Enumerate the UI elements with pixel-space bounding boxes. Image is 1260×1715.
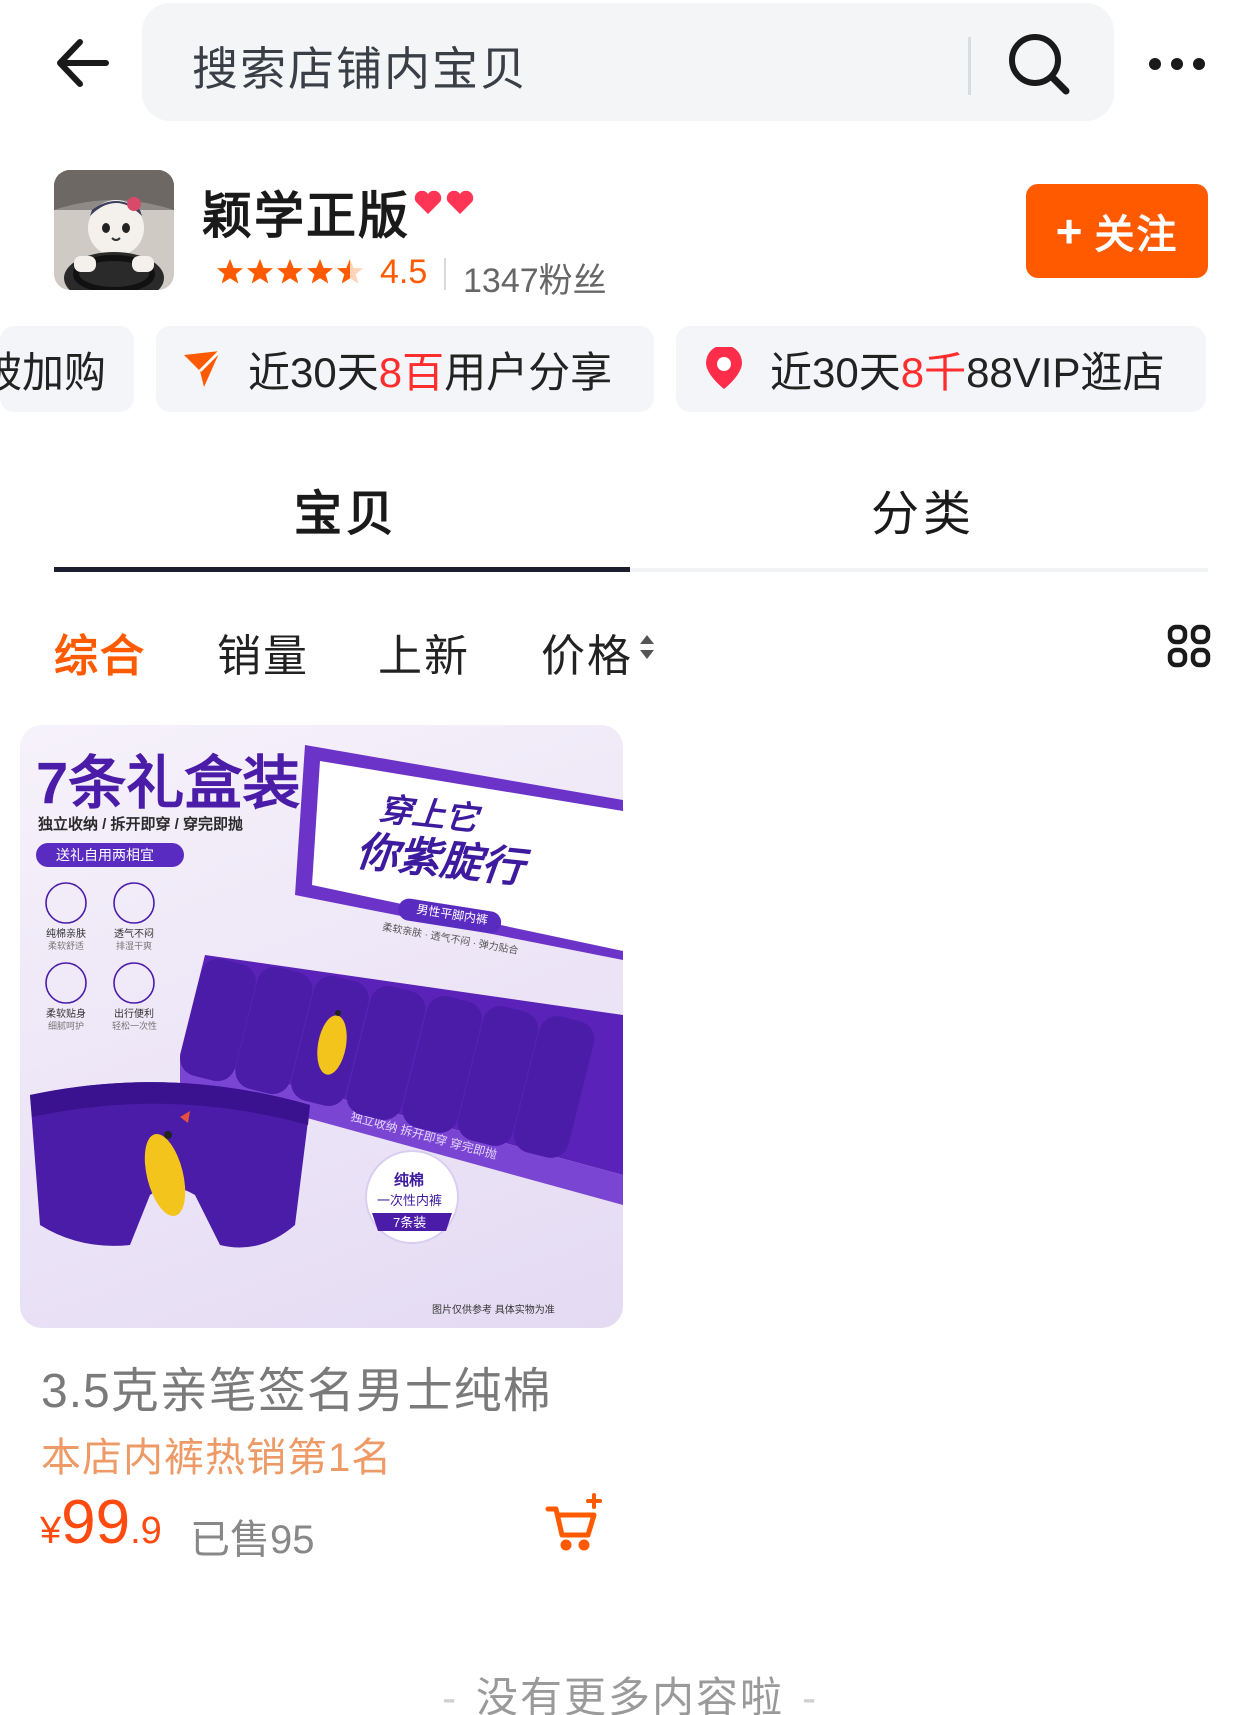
sort-arrows-icon[interactable] bbox=[638, 632, 656, 662]
search-placeholder: 搜索店铺内宝贝 bbox=[192, 43, 528, 95]
feature-1-title: 纯棉亲肤 bbox=[46, 927, 86, 940]
add-to-cart-icon[interactable] bbox=[544, 1491, 608, 1555]
shop-name[interactable]: 颖学正版 bbox=[202, 176, 410, 248]
product-price: ¥99.9 bbox=[40, 1488, 162, 1557]
search-divider bbox=[968, 37, 971, 95]
disclaimer: 图片仅供参考 具体实物为准 bbox=[432, 1303, 555, 1316]
search-icon[interactable] bbox=[1004, 29, 1074, 99]
tab-products[interactable]: 宝贝 bbox=[294, 474, 398, 544]
feature-1-sub: 柔软舒适 bbox=[48, 940, 84, 951]
plus-icon: + bbox=[1055, 205, 1085, 257]
back-arrow-icon[interactable] bbox=[50, 28, 120, 98]
follow-button[interactable]: + 关注 bbox=[1026, 184, 1208, 278]
fans-count: 1347粉丝 bbox=[463, 262, 607, 300]
product-sold: 已售95 bbox=[190, 1518, 315, 1562]
product-title[interactable]: 3.5克亲笔签名男士纯棉 bbox=[41, 1351, 552, 1421]
product-rank: 本店内裤热销第1名 bbox=[41, 1436, 393, 1480]
follow-label: 关注 bbox=[1094, 213, 1179, 257]
rating-divider bbox=[444, 258, 446, 290]
tab-active-indicator bbox=[54, 567, 630, 572]
chip-vip-visit[interactable]: 近30天8千88VIP逛店 bbox=[676, 326, 1206, 412]
more-options-icon[interactable] bbox=[1145, 46, 1209, 82]
seal-line2: 一次性内裤 bbox=[377, 1193, 442, 1208]
headline: 7条礼盒装 bbox=[36, 751, 300, 816]
chip-text: 近30天8千88VIP逛店 bbox=[770, 348, 1165, 396]
shop-rating: 4.5 bbox=[380, 253, 428, 291]
sort-new[interactable]: 上新 bbox=[378, 620, 470, 684]
chip-text: 被加购 bbox=[0, 348, 106, 396]
chip-text: 近30天8百用户分享 bbox=[248, 348, 613, 396]
grid-view-icon[interactable] bbox=[1167, 624, 1211, 668]
feature-2-sub: 排湿干爽 bbox=[116, 940, 152, 951]
feature-4-title: 出行便利 bbox=[114, 1007, 154, 1020]
feature-3-title: 柔软贴身 bbox=[46, 1007, 86, 1020]
hearts-icon bbox=[412, 187, 478, 217]
search-input[interactable]: 搜索店铺内宝贝 bbox=[142, 3, 1114, 121]
sort-sales[interactable]: 销量 bbox=[217, 620, 309, 684]
feature-2-title: 透气不闷 bbox=[114, 927, 154, 940]
feature-4-sub: 轻松一次性 bbox=[112, 1020, 157, 1031]
headline-sub: 独立收纳 / 拆开即穿 / 穿完即抛 bbox=[38, 815, 243, 833]
shop-avatar[interactable] bbox=[54, 170, 174, 290]
share-arrow-icon bbox=[180, 347, 224, 391]
sort-price[interactable]: 价格 bbox=[541, 620, 633, 684]
tab-categories[interactable]: 分类 bbox=[871, 474, 975, 544]
chip-user-share[interactable]: 近30天8百用户分享 bbox=[156, 326, 654, 412]
top-bar: 搜索店铺内宝贝 bbox=[0, 0, 1260, 130]
seal-line1: 纯棉 bbox=[394, 1171, 424, 1189]
end-of-list-text: - 没有更多内容啦 - bbox=[441, 1674, 818, 1715]
chip-added-to-cart[interactable]: 被加购 bbox=[0, 326, 134, 412]
heart-badge-icon bbox=[702, 345, 746, 391]
seal-ribbon: 7条装 bbox=[393, 1215, 426, 1230]
feature-3-sub: 细腻呵护 bbox=[48, 1020, 84, 1031]
sort-overall[interactable]: 综合 bbox=[54, 620, 146, 684]
product-image[interactable]: 穿上它 你紫腚行 男性平脚内裤 柔软亲肤 · 透气不闷 · 弹力贴合 独立收纳 … bbox=[20, 725, 623, 1328]
rating-stars-icon bbox=[216, 258, 364, 288]
gift-badge: 送礼自用两相宜 bbox=[56, 847, 154, 863]
